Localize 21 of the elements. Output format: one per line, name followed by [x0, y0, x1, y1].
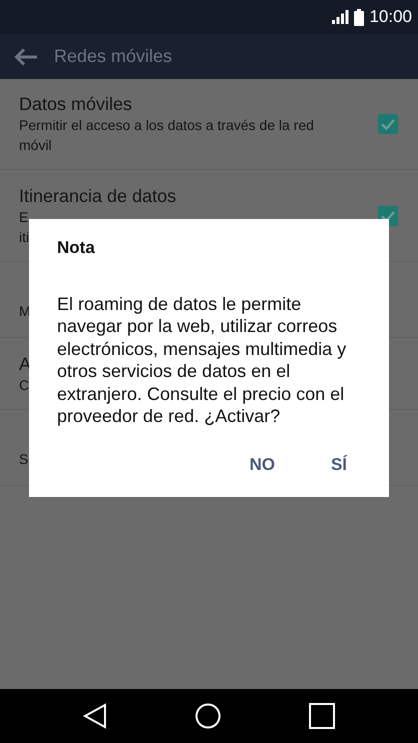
back-arrow-icon[interactable] — [14, 48, 38, 66]
setting-description: Permitir el acceso a los datos a través de la red — [19, 116, 314, 135]
home-icon[interactable] — [195, 703, 221, 729]
signal-icon — [332, 10, 350, 24]
setting-title: Datos móviles — [19, 93, 132, 115]
dialog-button[interactable]: SÍ — [316, 447, 361, 484]
dialog-button[interactable]: NO — [235, 447, 289, 484]
setting-description: C — [19, 376, 30, 394]
dialog-message: El roaming de datos le permite navegar por la web, utilizar correos electrónicos, mensajes multimedia y otros servicios de datos en el extranjero. Consulte el precio con el proveedor de red. ¿Activar? — [57, 293, 348, 428]
setting-description: S — [19, 450, 28, 468]
screen-title: Redes móviles — [54, 46, 172, 67]
setting-description: E — [19, 208, 28, 226]
setting-title: Itinerancia de datos — [19, 184, 176, 206]
checkbox[interactable] — [378, 114, 398, 134]
battery-icon — [354, 8, 364, 26]
recents-icon[interactable] — [309, 703, 335, 729]
back-icon[interactable] — [83, 703, 107, 729]
setting-description: móvil — [19, 136, 52, 155]
dialog-title: Nota — [57, 237, 96, 259]
clock-time: 10:00 — [369, 7, 412, 27]
setting-description: iti — [19, 228, 30, 246]
